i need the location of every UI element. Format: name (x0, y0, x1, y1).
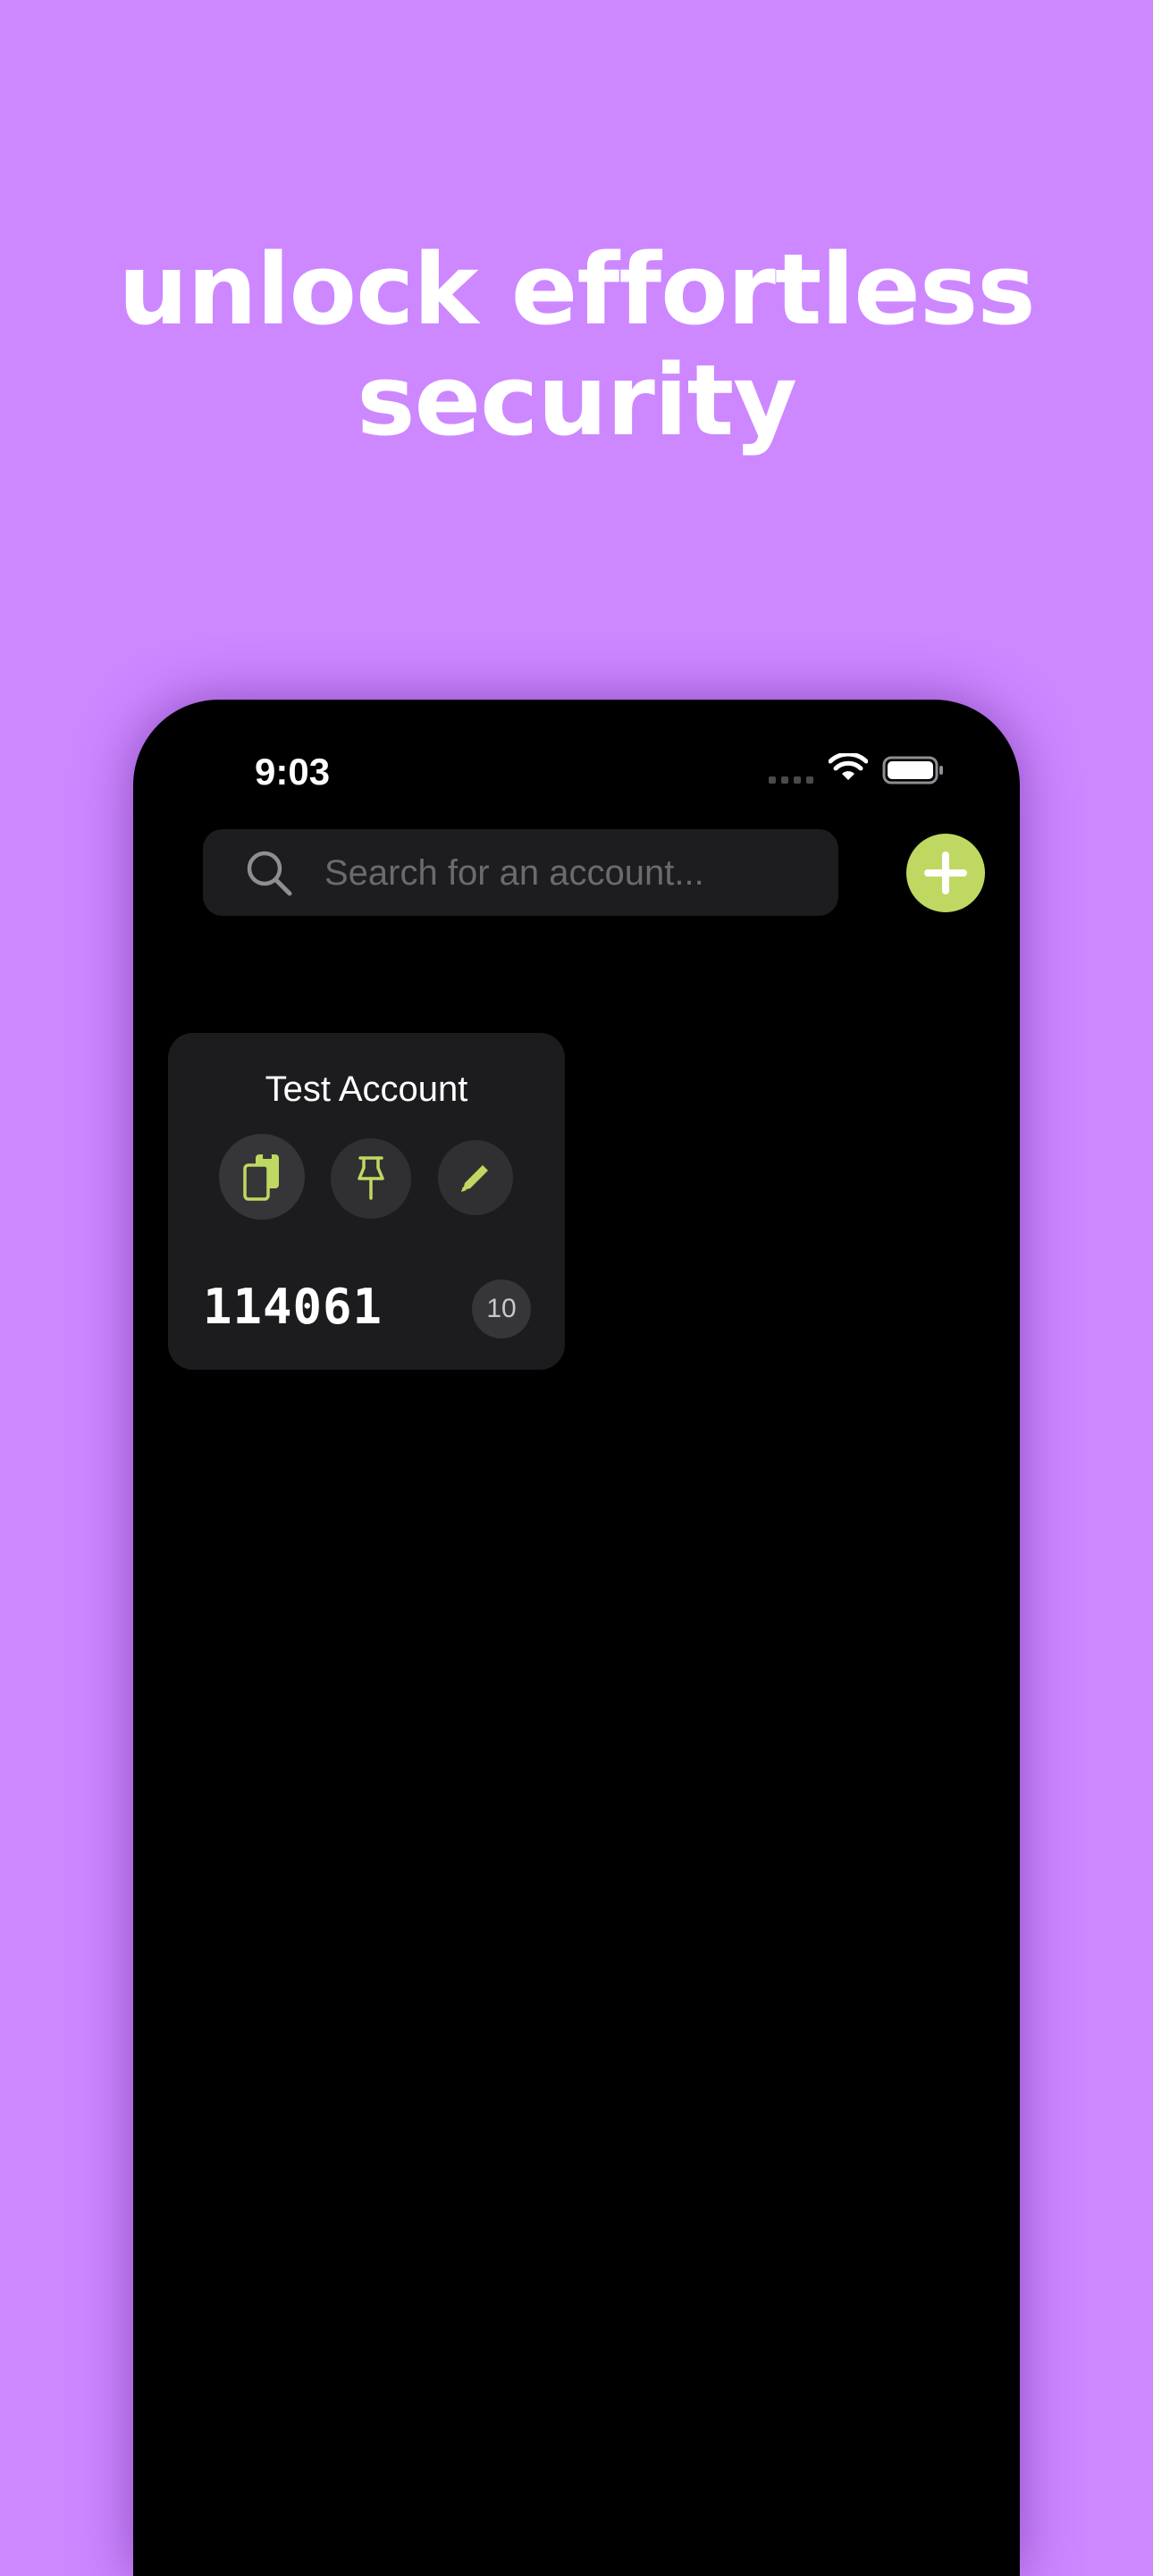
pencil-icon (461, 1165, 488, 1192)
search-input[interactable]: Search for an account... (203, 829, 838, 916)
countdown-badge: 10 (472, 1280, 531, 1338)
copy-icon (243, 1154, 279, 1201)
otp-code[interactable]: 114061 (203, 1280, 383, 1335)
account-title: Test Account (265, 1070, 468, 1109)
copy-code-button[interactable] (219, 1134, 305, 1220)
edit-account-button[interactable] (438, 1140, 513, 1215)
add-account-button[interactable] (906, 834, 985, 912)
plus-icon (924, 852, 967, 894)
wifi-icon (829, 753, 868, 780)
marketing-headline: unlock effortless security (0, 234, 1153, 456)
pin-icon (358, 1156, 384, 1200)
search-icon (247, 851, 292, 896)
headline-line-1: unlock effortless (118, 232, 1036, 347)
headline-line-2: security (357, 343, 797, 457)
status-bar-time: 9:03 (255, 751, 331, 793)
phone-screen: 9:03 Search for an account... Test Accou… (133, 700, 1020, 2576)
pin-account-button[interactable] (331, 1138, 411, 1219)
cellular-signal-icon (769, 776, 813, 784)
battery-icon (882, 756, 943, 785)
search-placeholder: Search for an account... (324, 853, 704, 893)
account-card[interactable]: Test Account 114061 10 (168, 1033, 565, 1370)
